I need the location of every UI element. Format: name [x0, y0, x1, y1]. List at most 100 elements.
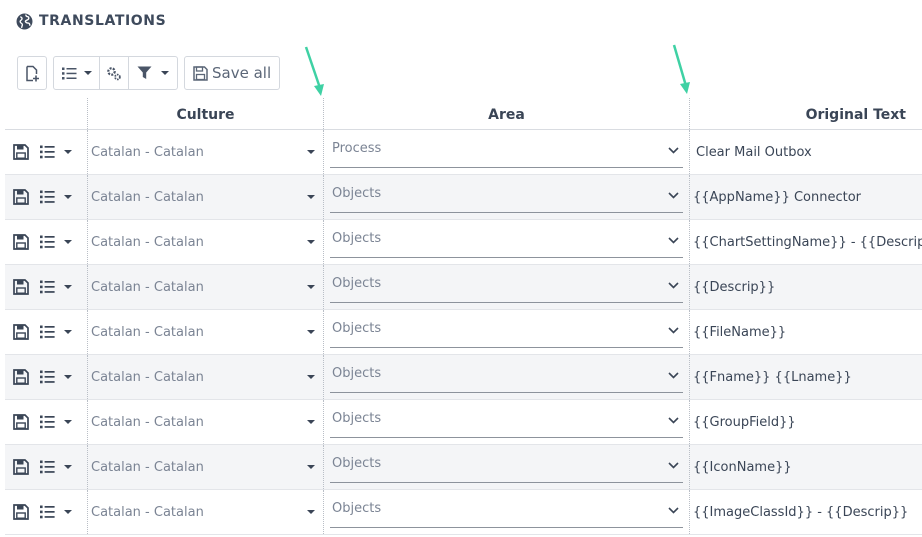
- save-icon[interactable]: [13, 504, 29, 520]
- area-cell: Objects: [323, 175, 689, 219]
- table-row: Catalan - Catalan Objects {{IconName}}: [5, 445, 922, 490]
- chevron-down-icon: [83, 71, 92, 75]
- new-record-button[interactable]: [17, 56, 47, 90]
- chevron-down-icon: [668, 147, 679, 154]
- grid-header: Culture Area Original Text: [5, 98, 922, 130]
- save-icon[interactable]: [13, 144, 29, 160]
- chevron-down-icon: [307, 150, 315, 154]
- culture-value: Catalan - Catalan: [91, 144, 204, 160]
- area-value: Objects: [332, 501, 382, 516]
- area-value: Objects: [332, 366, 382, 381]
- original-text-cell[interactable]: {{ImageClassId}} - {{Descrip}}: [689, 490, 922, 534]
- area-select[interactable]: Objects: [330, 314, 683, 348]
- globe-icon: [16, 13, 33, 29]
- chevron-down-icon[interactable]: [64, 240, 72, 244]
- list-icon[interactable]: [40, 145, 55, 159]
- save-all-label: Save all: [212, 64, 272, 82]
- list-icon[interactable]: [40, 325, 55, 339]
- chevron-down-icon[interactable]: [64, 420, 72, 424]
- chevron-down-icon: [307, 375, 315, 379]
- original-text-cell[interactable]: {{GroupField}}: [689, 400, 922, 444]
- column-header-area[interactable]: Area: [323, 98, 689, 129]
- page-header: TRANSLATIONS: [16, 11, 166, 31]
- area-cell: Objects: [323, 355, 689, 399]
- column-header-original-text[interactable]: Original Text: [689, 98, 922, 129]
- original-text-cell[interactable]: {{FileName}}: [689, 310, 922, 354]
- settings-button[interactable]: [100, 57, 129, 89]
- chevron-down-icon[interactable]: [64, 150, 72, 154]
- culture-select[interactable]: Catalan - Catalan: [87, 130, 323, 174]
- culture-value: Catalan - Catalan: [91, 504, 204, 520]
- culture-value: Catalan - Catalan: [91, 279, 204, 295]
- chevron-down-icon[interactable]: [64, 510, 72, 514]
- original-text-cell[interactable]: {{Fname}} {{Lname}}: [689, 355, 922, 399]
- list-dropdown-button[interactable]: [54, 57, 100, 89]
- original-text-cell[interactable]: {{AppName}} Connector: [689, 175, 922, 219]
- area-cell: Objects: [323, 400, 689, 444]
- area-value: Objects: [332, 456, 382, 471]
- culture-select[interactable]: Catalan - Catalan: [87, 175, 323, 219]
- translations-grid: Culture Area Original Text Catalan - Cat…: [5, 98, 922, 535]
- table-row: Catalan - Catalan Objects {{Fname}} {{Ln…: [5, 355, 922, 400]
- save-icon[interactable]: [13, 234, 29, 250]
- column-header-culture[interactable]: Culture: [87, 98, 323, 129]
- chevron-down-icon[interactable]: [64, 195, 72, 199]
- area-cell: Objects: [323, 445, 689, 489]
- area-select[interactable]: Objects: [330, 449, 683, 483]
- save-icon[interactable]: [13, 279, 29, 295]
- area-select[interactable]: Objects: [330, 494, 683, 528]
- chevron-down-icon: [668, 282, 679, 289]
- chevron-down-icon: [307, 285, 315, 289]
- chevron-down-icon: [307, 510, 315, 514]
- chevron-down-icon[interactable]: [64, 465, 72, 469]
- page-title: TRANSLATIONS: [39, 13, 167, 29]
- row-actions: [5, 175, 87, 219]
- filter-dropdown-button[interactable]: [129, 57, 177, 89]
- culture-select[interactable]: Catalan - Catalan: [87, 355, 323, 399]
- area-select[interactable]: Process: [330, 134, 683, 168]
- table-row: Catalan - Catalan Objects {{FileName}}: [5, 310, 922, 355]
- save-icon[interactable]: [13, 324, 29, 340]
- culture-select[interactable]: Catalan - Catalan: [87, 490, 323, 534]
- culture-select[interactable]: Catalan - Catalan: [87, 445, 323, 489]
- list-icon[interactable]: [40, 415, 55, 429]
- chevron-down-icon: [668, 507, 679, 514]
- save-icon[interactable]: [13, 414, 29, 430]
- list-icon[interactable]: [40, 505, 55, 519]
- original-text-cell[interactable]: {{IconName}}: [689, 445, 922, 489]
- area-value: Objects: [332, 321, 382, 336]
- filter-icon: [137, 66, 152, 79]
- original-text-cell[interactable]: Clear Mail Outbox: [689, 130, 922, 174]
- area-select[interactable]: Objects: [330, 404, 683, 438]
- save-icon[interactable]: [13, 189, 29, 205]
- culture-value: Catalan - Catalan: [91, 324, 204, 340]
- row-actions: [5, 220, 87, 264]
- list-icon[interactable]: [40, 460, 55, 474]
- culture-select[interactable]: Catalan - Catalan: [87, 400, 323, 444]
- original-text-cell[interactable]: {{ChartSettingName}} - {{Descrip}}: [689, 220, 922, 264]
- list-icon[interactable]: [40, 280, 55, 294]
- area-cell: Objects: [323, 310, 689, 354]
- original-text-cell[interactable]: {{Descrip}}: [689, 265, 922, 309]
- area-select[interactable]: Objects: [330, 269, 683, 303]
- culture-select[interactable]: Catalan - Catalan: [87, 310, 323, 354]
- area-select[interactable]: Objects: [330, 179, 683, 213]
- area-select[interactable]: Objects: [330, 359, 683, 393]
- action-button-group: [53, 56, 178, 90]
- save-icon[interactable]: [13, 369, 29, 385]
- culture-select[interactable]: Catalan - Catalan: [87, 220, 323, 264]
- list-icon[interactable]: [40, 370, 55, 384]
- chevron-down-icon[interactable]: [64, 330, 72, 334]
- list-icon[interactable]: [40, 235, 55, 249]
- chevron-down-icon[interactable]: [64, 285, 72, 289]
- culture-select[interactable]: Catalan - Catalan: [87, 265, 323, 309]
- save-icon[interactable]: [13, 459, 29, 475]
- row-actions: [5, 355, 87, 399]
- culture-value: Catalan - Catalan: [91, 459, 204, 475]
- list-icon[interactable]: [40, 190, 55, 204]
- chevron-down-icon[interactable]: [64, 375, 72, 379]
- culture-value: Catalan - Catalan: [91, 234, 204, 250]
- area-select[interactable]: Objects: [330, 224, 683, 258]
- list-icon: [61, 67, 76, 79]
- save-all-button[interactable]: Save all: [184, 56, 281, 90]
